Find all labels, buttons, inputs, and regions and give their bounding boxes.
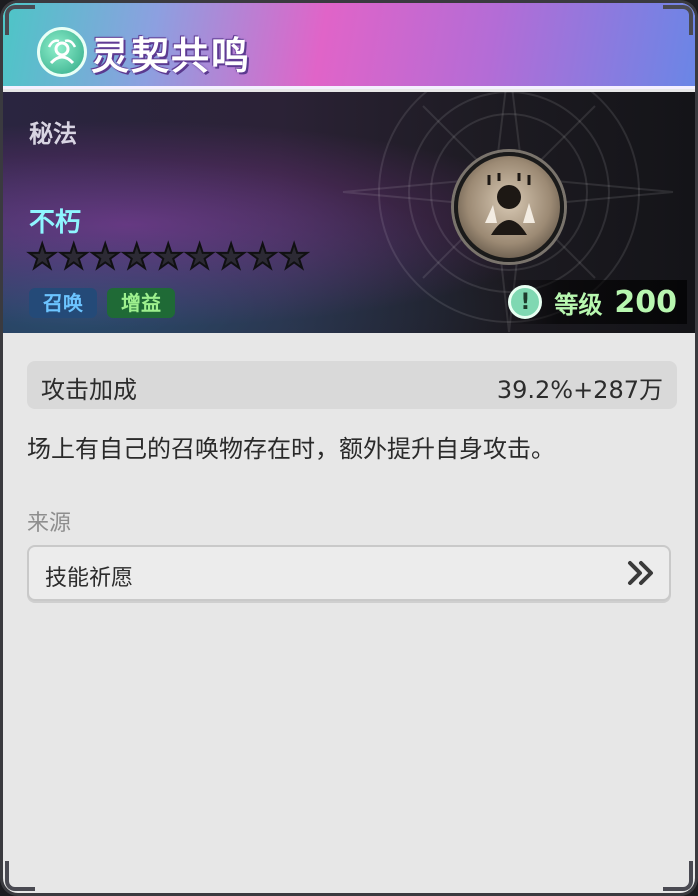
star-rating: ★ ★ ★ ★ ★ ★ ★ ★ ★ (26, 237, 311, 277)
double-chevron-right-icon (628, 561, 653, 585)
stat-row: 攻击加成 39.2%+287万 (27, 361, 677, 409)
skill-description: 场上有自己的召唤物存在时，额外提升自身攻击。 (27, 435, 555, 463)
skill-banner: 秘法 不朽 ★ ★ ★ ★ ★ ★ ★ ★ ★ 召唤 增益 ! 等级 200 (3, 92, 695, 333)
tag-summon: 召唤 (29, 288, 97, 318)
star-icon: ★ (152, 237, 185, 277)
corner-ornament (663, 861, 693, 891)
source-label: 技能祈愿 (45, 566, 134, 591)
star-icon: ★ (120, 237, 153, 277)
tag-buff: 增益 (107, 288, 175, 318)
corner-ornament (5, 5, 35, 35)
card-title: 灵契共鸣 (91, 34, 252, 78)
star-icon: ★ (89, 237, 122, 277)
star-icon: ★ (26, 237, 59, 277)
skill-tags: 召唤 增益 (29, 288, 175, 318)
stat-value: 39.2%+287万 (496, 376, 663, 404)
source-heading: 来源 (27, 511, 72, 536)
source-link-button[interactable]: 技能祈愿 (27, 545, 671, 601)
mystic-emblem-icon (37, 27, 87, 77)
skill-detail-card: 灵契共鸣 秘法 不朽 ★ ★ ★ ★ ★ ★ ★ ★ ★ 召唤 增益 ! 等级 … (0, 0, 698, 896)
stat-name: 攻击加成 (41, 376, 137, 404)
corner-ornament (5, 861, 35, 891)
star-icon: ★ (278, 237, 311, 277)
level-display: ! 等级 200 (502, 280, 687, 324)
star-icon: ★ (215, 237, 248, 277)
level-value: 200 (614, 284, 677, 320)
level-label: 等级 (554, 290, 603, 319)
card-header: 灵契共鸣 (3, 3, 695, 89)
star-icon: ★ (57, 237, 90, 277)
corner-ornament (663, 5, 693, 35)
skill-name: 不朽 (29, 208, 82, 238)
summon-figure-icon (454, 152, 564, 262)
alert-icon[interactable]: ! (508, 285, 543, 319)
star-icon: ★ (183, 237, 216, 277)
star-icon: ★ (246, 237, 279, 277)
skill-category: 秘法 (29, 120, 77, 148)
